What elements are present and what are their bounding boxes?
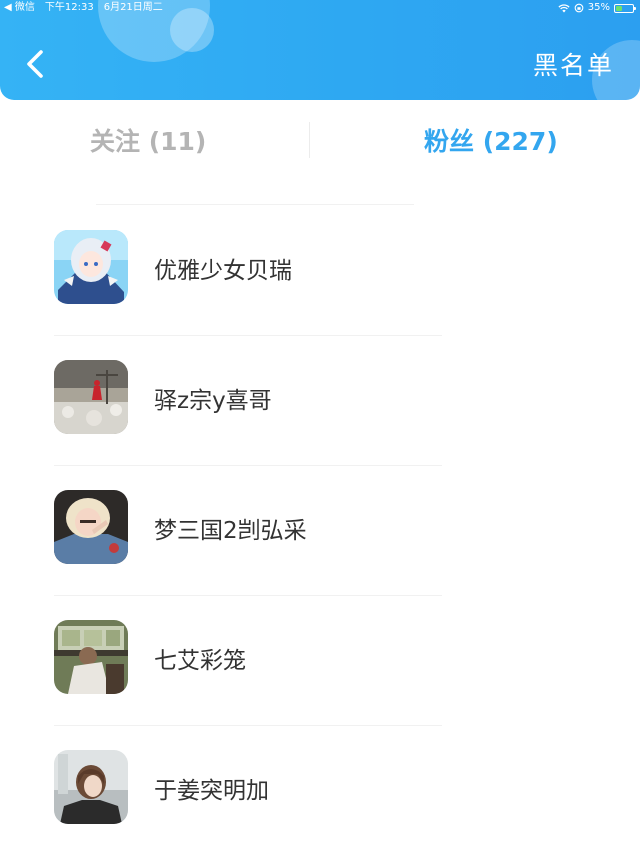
fan-list-item[interactable]: 梦三国2剀弘采 (0, 465, 640, 595)
status-date: 6月21日周二 (103, 2, 163, 13)
status-bar: ◀ 微信 下午12:33 6月21日周二 35% (0, 0, 640, 16)
status-time: 下午12:33 (44, 2, 94, 13)
fan-list-item[interactable]: 七艾彩笼 (0, 595, 640, 725)
tab-divider (309, 122, 310, 158)
back-button[interactable] (16, 44, 56, 84)
battery-level (616, 5, 622, 11)
chevron-left-icon (27, 50, 43, 78)
user-name: 七艾彩笼 (154, 648, 246, 674)
status-app-name: ◀ 微信 (4, 2, 35, 13)
user-name: 优雅少女贝瑞 (154, 258, 292, 284)
user-name: 梦三国2剀弘采 (154, 518, 307, 544)
tab-bar: 关注 (11) 粉丝 (227) (0, 100, 640, 180)
blacklist-button[interactable]: 黑名单 (533, 46, 614, 82)
orientation-lock-icon (574, 3, 584, 13)
user-avatar[interactable] (54, 360, 128, 434)
fan-list-item[interactable]: 优雅少女贝瑞 (0, 205, 640, 335)
bus-seat-avatar (54, 620, 128, 694)
anime-girl-avatar (54, 230, 128, 304)
top-navigation-bar: ◀ 微信 下午12:33 6月21日周二 35% 黑名单 (0, 0, 640, 100)
battery-percent: 35% (587, 2, 610, 13)
fan-list-item[interactable]: 于姜突明加 (0, 725, 640, 853)
user-avatar[interactable] (54, 230, 128, 304)
tab-fans[interactable]: 粉丝 (227) (424, 122, 558, 158)
user-avatar[interactable] (54, 620, 128, 694)
tab-following[interactable]: 关注 (11) (90, 122, 206, 158)
landscape-red-figure-avatar (54, 360, 128, 434)
fan-list-item[interactable]: 驿z宗y喜哥 (0, 335, 640, 465)
user-avatar[interactable] (54, 490, 128, 564)
user-name: 于姜突明加 (154, 778, 269, 804)
user-name: 驿z宗y喜哥 (154, 388, 272, 414)
blonde-girl-avatar (54, 490, 128, 564)
wifi-icon (558, 3, 570, 12)
fans-list-screen: ◀ 微信 下午12:33 6月21日周二 35% 黑名单 关注 (11) 粉丝 … (0, 0, 640, 853)
user-avatar[interactable] (54, 750, 128, 824)
short-hair-girl-avatar (54, 750, 128, 824)
battery-icon (614, 3, 636, 13)
